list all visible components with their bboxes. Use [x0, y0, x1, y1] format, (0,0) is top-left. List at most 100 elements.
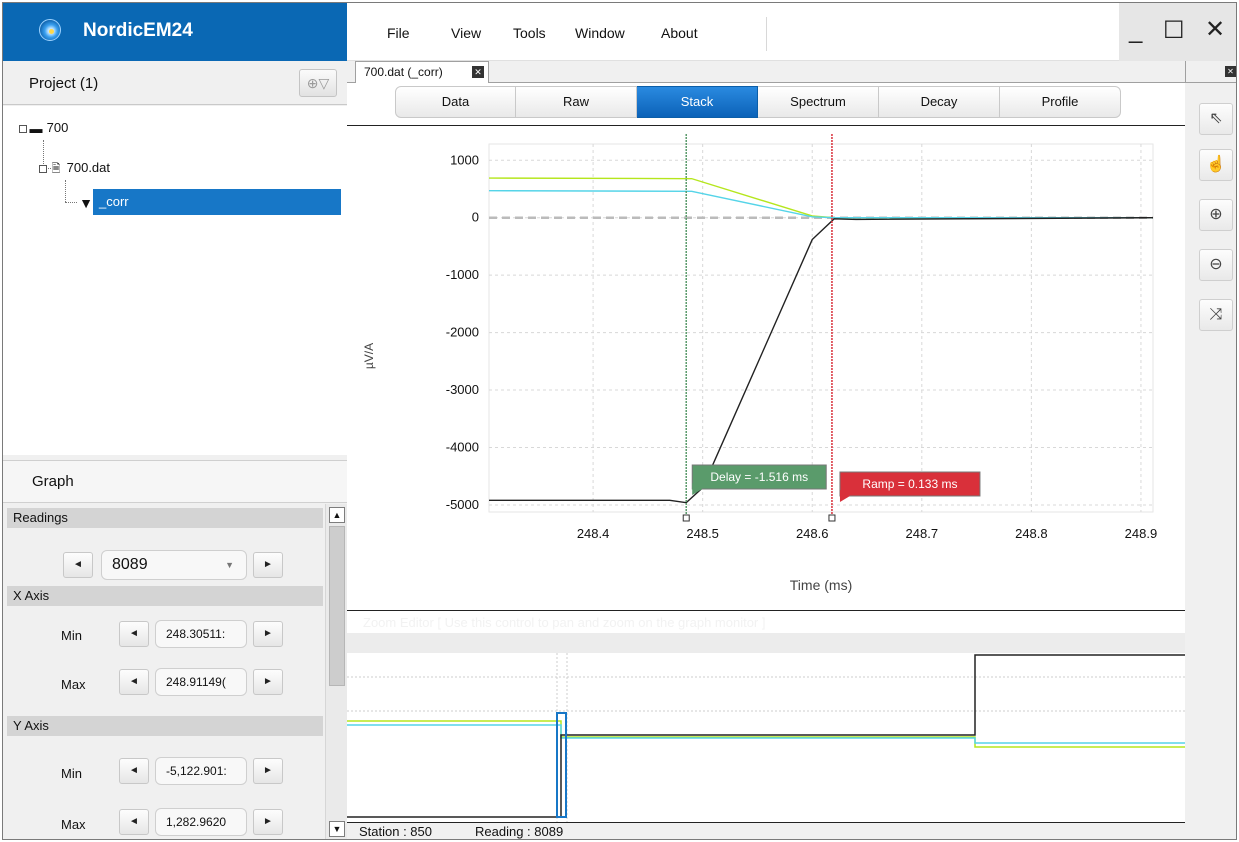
- x-tick-label: 248.4: [577, 526, 610, 541]
- filter-icon: ▼: [79, 194, 93, 211]
- y-tick-label: -1000: [446, 267, 479, 282]
- x-min-prev-button[interactable]: ◄: [119, 621, 149, 647]
- readings-select[interactable]: 8089 ▼: [101, 550, 247, 580]
- series-line-0: [488, 177, 1153, 219]
- tree-item-700-dat[interactable]: 🗎 700.dat: [39, 155, 110, 181]
- project-header: Project (1) ⊕▽: [3, 61, 347, 105]
- menu-window[interactable]: Window: [575, 25, 625, 41]
- y-tick-label: -2000: [446, 325, 479, 340]
- pan-tool-button[interactable]: ☝: [1199, 149, 1233, 181]
- tab-raw[interactable]: Raw: [516, 86, 637, 118]
- readings-heading: Readings: [7, 508, 323, 528]
- zoom-series-cyan: [347, 724, 1185, 744]
- graph-view: Data Raw Stack Spectrum Decay Profile 24…: [347, 83, 1185, 839]
- chevron-down-icon: ▼: [225, 560, 234, 570]
- arrow-right-icon: ►: [263, 816, 273, 827]
- plot-area: [488, 143, 1154, 513]
- series-line-1: [488, 190, 1153, 219]
- tab-stack[interactable]: Stack: [637, 86, 758, 118]
- x-max-label: Max: [61, 677, 86, 692]
- stack-chart[interactable]: 248.4 248.5 248.6 248.7 248.8 248.9 1000 0 -1000…: [347, 126, 1185, 610]
- add-filter-icon: ⊕▽: [306, 75, 330, 91]
- menu-bar: File View Tools Window About _ ☐ ✕: [347, 3, 1236, 61]
- file-icon: 🗎: [51, 162, 61, 175]
- zoom-editor[interactable]: Zoom Editor [ Use this control to pan an…: [347, 610, 1185, 823]
- window-controls: _ ☐ ✕: [1119, 3, 1236, 61]
- tree-expander-icon[interactable]: [39, 164, 47, 173]
- arrow-left-icon: ◄: [73, 559, 83, 570]
- pointer-tool-button[interactable]: ⇖: [1199, 103, 1233, 135]
- menu-about[interactable]: About: [661, 25, 698, 41]
- maximize-icon[interactable]: ☐: [1163, 16, 1185, 45]
- scroll-down-icon[interactable]: ▼: [329, 821, 345, 837]
- tab-spectrum[interactable]: Spectrum: [758, 86, 879, 118]
- zoom-overview-plot[interactable]: [347, 653, 1185, 823]
- tool-rail: ⇖ ☝ ⊕ ⊖ ⤨: [1185, 83, 1236, 839]
- x-min-input[interactable]: 248.30511:: [155, 620, 247, 648]
- app-window: NordicEM24 Project (1) ⊕▽ ▬ 700 🗎 700.da…: [2, 2, 1237, 840]
- cursor-handle-1[interactable]: [828, 514, 836, 522]
- x-min-next-button[interactable]: ►: [253, 621, 283, 647]
- arrow-left-icon: ◄: [129, 676, 139, 687]
- cursor-label-1: Ramp = 0.133 ms: [862, 477, 957, 491]
- zoom-out-icon: ⊖: [1209, 256, 1223, 273]
- x-tick-label: 248.9: [1125, 526, 1158, 541]
- graph-header: Graph: [3, 461, 347, 503]
- menu-tools[interactable]: Tools: [513, 25, 546, 41]
- tab-profile[interactable]: Profile: [1000, 86, 1121, 118]
- readings-value: 8089: [112, 556, 148, 573]
- status-reading: Reading : 8089: [475, 824, 564, 839]
- cursor-handle-0[interactable]: [682, 514, 690, 522]
- fit-view-button[interactable]: ⤨: [1199, 299, 1233, 331]
- x-axis-label: Time (ms): [790, 577, 852, 593]
- arrow-left-icon: ◄: [129, 628, 139, 639]
- y-tick-label: 0: [472, 210, 479, 225]
- readings-next-button[interactable]: ►: [253, 552, 283, 578]
- zoom-out-button[interactable]: ⊖: [1199, 249, 1233, 281]
- app-title-bar: NordicEM24: [3, 3, 347, 61]
- document-tab-strip: 700.dat (_corr) ✕ ✕: [347, 61, 1236, 84]
- tree-item-corr[interactable]: ▼ _corr: [79, 189, 347, 215]
- readings-prev-button[interactable]: ◄: [63, 552, 93, 578]
- y-axis-label: µV/A: [362, 343, 376, 369]
- zoom-in-icon: ⊕: [1209, 206, 1223, 223]
- graph-settings-panel: Readings ◄ 8089 ▼ ► X Axis Min ◄ 248.305…: [3, 504, 325, 839]
- menu-separator: [766, 17, 767, 51]
- scroll-thumb[interactable]: [329, 526, 345, 686]
- x-max-input[interactable]: 248.91149(: [155, 668, 247, 696]
- y-min-input[interactable]: -5,122.901:: [155, 757, 247, 785]
- graph-panel-scrollbar[interactable]: ▲ ▼: [325, 504, 347, 839]
- arrow-right-icon: ►: [263, 628, 273, 639]
- close-tab-icon[interactable]: ✕: [472, 66, 484, 78]
- close-icon[interactable]: ✕: [1205, 15, 1225, 44]
- project-tree: ▬ 700 🗎 700.dat ▼ _corr: [3, 106, 347, 456]
- zoom-in-button[interactable]: ⊕: [1199, 199, 1233, 231]
- y-min-prev-button[interactable]: ◄: [119, 758, 149, 784]
- y-max-input[interactable]: 1,282.9620: [155, 808, 247, 836]
- menu-file[interactable]: File: [387, 25, 410, 41]
- close-pane-icon[interactable]: ✕: [1225, 66, 1236, 77]
- pane-divider: [1185, 61, 1186, 83]
- x-max-next-button[interactable]: ►: [253, 669, 283, 695]
- add-filter-button[interactable]: ⊕▽: [299, 69, 337, 97]
- y-tick-label: -3000: [446, 382, 479, 397]
- tab-data[interactable]: Data: [395, 86, 516, 118]
- arrow-right-icon: ►: [263, 676, 273, 687]
- project-title: Project (1): [29, 75, 99, 92]
- tree-item-700[interactable]: ▬ 700: [19, 115, 68, 141]
- arrow-right-icon: ►: [263, 559, 273, 570]
- tree-expander-icon[interactable]: [19, 124, 27, 133]
- x-max-prev-button[interactable]: ◄: [119, 669, 149, 695]
- y-max-label: Max: [61, 817, 86, 832]
- x-min-label: Min: [61, 628, 82, 643]
- y-max-prev-button[interactable]: ◄: [119, 809, 149, 835]
- scroll-up-icon[interactable]: ▲: [329, 507, 345, 523]
- minimize-icon[interactable]: _: [1129, 17, 1142, 45]
- tab-decay[interactable]: Decay: [879, 86, 1000, 118]
- tree-item-label: 700.dat: [66, 160, 110, 175]
- status-bar: Station : 850 Reading : 8089: [347, 822, 1185, 839]
- menu-view[interactable]: View: [451, 25, 481, 41]
- y-min-next-button[interactable]: ►: [253, 758, 283, 784]
- document-tab[interactable]: 700.dat (_corr) ✕: [355, 61, 489, 84]
- y-max-next-button[interactable]: ►: [253, 809, 283, 835]
